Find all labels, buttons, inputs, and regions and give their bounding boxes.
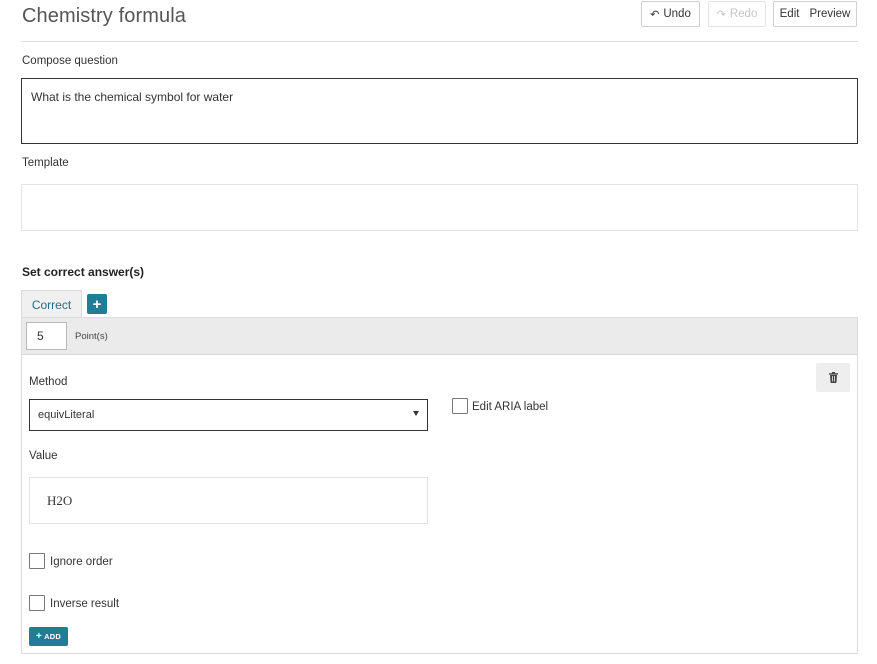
compose-question-label: Compose question [22, 55, 118, 67]
value-input[interactable]: H2O [29, 477, 428, 524]
redo-label: Redo [729, 8, 758, 20]
inverse-result-label: Inverse result [50, 598, 120, 610]
trash-icon [828, 372, 838, 383]
chevron-down-icon [413, 411, 419, 416]
undo-button[interactable]: ↶ Undo [641, 1, 700, 27]
set-correct-answers-heading: Set correct answer(s) [22, 265, 145, 279]
points-input[interactable]: 5 [26, 322, 67, 350]
edit-aria-label-checkbox[interactable] [452, 398, 468, 414]
ignore-order-checkbox[interactable] [29, 553, 45, 569]
plus-icon: + [36, 630, 43, 642]
edit-aria-label-text: Edit ARIA label [472, 401, 549, 413]
delete-answer-button[interactable] [816, 363, 850, 392]
value-label: Value [29, 450, 58, 462]
add-alternate-answer-button[interactable]: + [87, 294, 107, 314]
template-editor[interactable] [21, 184, 858, 231]
preview-button[interactable]: Preview [806, 8, 853, 20]
ignore-order-label: Ignore order [50, 556, 113, 568]
undo-label: Undo [663, 8, 691, 20]
compose-question-editor[interactable]: What is the chemical symbol for water [21, 78, 858, 144]
edit-button[interactable]: Edit [777, 8, 803, 20]
redo-icon: ↷ [716, 8, 726, 21]
points-label: Point(s) [75, 331, 108, 342]
add-label: ADD [44, 632, 61, 641]
plus-icon: + [92, 295, 102, 313]
title-divider [21, 41, 858, 42]
redo-button[interactable]: ↷ Redo [708, 1, 766, 27]
method-label: Method [29, 376, 68, 388]
undo-icon: ↶ [650, 8, 660, 21]
method-select[interactable]: equivLiteral [29, 399, 428, 431]
inverse-result-checkbox[interactable] [29, 595, 45, 611]
points-bar [22, 318, 857, 355]
tab-correct[interactable]: Correct [21, 290, 82, 318]
edit-preview-toggle: Edit Preview [773, 1, 857, 27]
template-label: Template [22, 157, 69, 169]
add-button[interactable]: + ADD [29, 627, 68, 646]
page-title: Chemistry formula [22, 5, 186, 27]
